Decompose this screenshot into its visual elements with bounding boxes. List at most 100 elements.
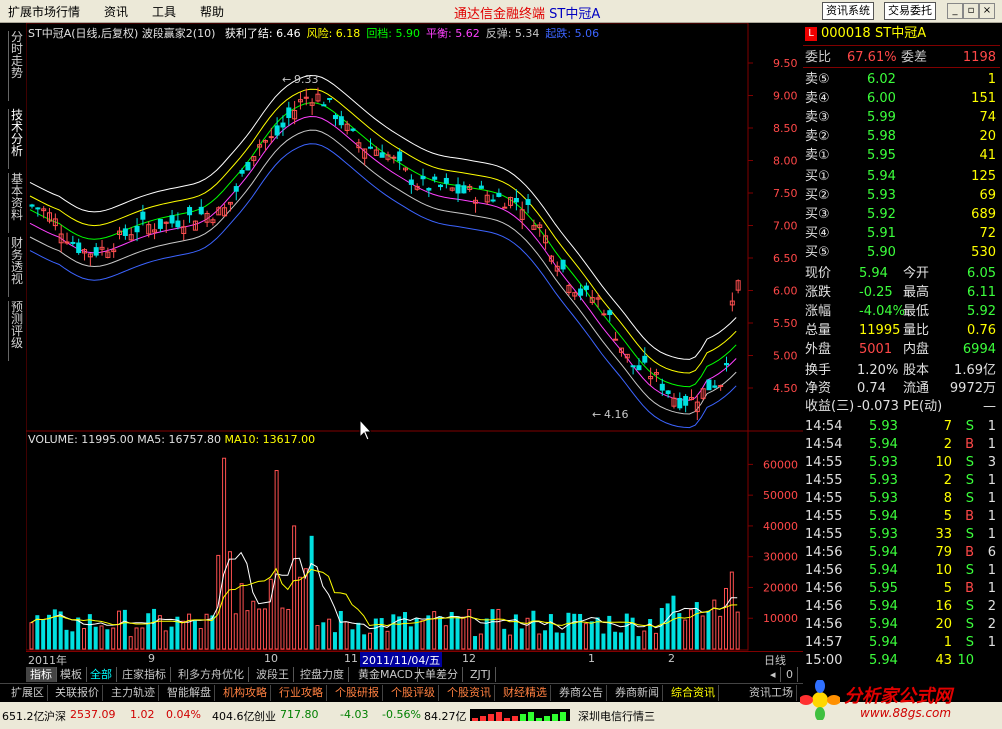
scroll-left-icon[interactable]: ◂ (766, 667, 781, 682)
tab-forecast[interactable]: 预测评级 (8, 301, 25, 361)
cat-analysis[interactable]: 智能解盘 (164, 685, 215, 701)
volume-bar (117, 610, 122, 650)
tab-all[interactable]: 全部 (86, 667, 117, 682)
tick-volume: 7 (943, 419, 952, 434)
info-system-button[interactable]: 资讯系统 (822, 2, 874, 20)
tab-kongpan[interactable]: 控盘力度 (296, 667, 349, 682)
sell-volume: 20 (979, 129, 996, 144)
candle-body (718, 385, 724, 388)
tab-boduanwang[interactable]: 波段王 (252, 667, 294, 682)
candle-body (712, 385, 718, 388)
breadth-bar (488, 714, 494, 721)
tick-row: 14:55 5.93 10 S 3 (803, 454, 1000, 472)
menu-tools[interactable]: 工具 (152, 3, 176, 20)
band-lines (29, 74, 737, 429)
stat2-value: 0.74 (857, 381, 886, 396)
candle-body (169, 215, 175, 224)
cat-workshop[interactable]: 资讯工场 (746, 685, 797, 701)
tab-technical[interactable]: 技术分析 (8, 109, 25, 169)
tab-zhuangjia[interactable]: 庄家指标 (118, 667, 171, 682)
candle-body (706, 379, 712, 391)
buy-label: 买④ (805, 226, 830, 241)
volume-bar (438, 616, 443, 650)
volume-bar (718, 615, 723, 650)
tab-liduo[interactable]: 利多方舟优化 (174, 667, 249, 682)
period-label[interactable]: 日线 (764, 652, 786, 668)
cat-mainforce[interactable]: 主力轨迹 (108, 685, 159, 701)
cat-institution[interactable]: 机构攻略 (220, 685, 271, 701)
cat-finance[interactable]: 财经精选 (500, 685, 551, 701)
buy-label: 买② (805, 188, 830, 203)
tab-financial[interactable]: 财务透视 (8, 237, 25, 297)
volume-bar (671, 595, 676, 650)
tick-volume: 1 (943, 635, 952, 650)
tick-side: B (965, 437, 974, 452)
stat2-value-2: 1.69亿 (954, 363, 996, 378)
buy-label: 买③ (805, 207, 830, 222)
stat-value-2: 5.92 (967, 304, 996, 319)
volume-bar (309, 535, 314, 650)
candle-body (175, 220, 181, 228)
volume-bar (76, 617, 81, 650)
tick-time: 14:54 (805, 419, 843, 434)
tick-side: S (965, 617, 974, 632)
cat-extended[interactable]: 扩展区 (8, 685, 48, 701)
indicator-4: 反弹: 5.34 (485, 27, 540, 40)
breadth-bar (512, 716, 518, 721)
volume-bar (187, 613, 192, 650)
stat2-value: -0.073 (857, 399, 899, 414)
candle-body (525, 199, 531, 205)
tab-template[interactable]: 模板 (56, 667, 87, 682)
menu-extended-market[interactable]: 扩展市场行情 (8, 3, 80, 20)
menu-info[interactable]: 资讯 (104, 3, 128, 20)
tick-count: 1 (987, 527, 996, 542)
candle-body (502, 206, 508, 209)
breadth-bar (528, 712, 534, 721)
mouse-cursor-icon (359, 418, 373, 441)
tab-intraday[interactable]: 分时走势 (8, 31, 25, 101)
status-cy-value: 717.80 (280, 708, 319, 721)
date-label-2011: 2011年 (28, 654, 67, 667)
cat-related[interactable]: 关联报价 (52, 685, 103, 701)
kline-chart-panel[interactable]: 9.50 9.00 8.50 8.00 7.50 7.00 6.50 6.00 5.50 5.00… (25, 22, 803, 668)
volume-bar (490, 609, 495, 650)
tab-fundamental[interactable]: 基本资料 (8, 173, 25, 233)
candle-body (350, 128, 356, 131)
cat-industry[interactable]: 行业攻略 (276, 685, 327, 701)
scroll-zero-icon[interactable]: 0 (782, 667, 798, 682)
candle-body (245, 162, 251, 171)
stat-value-2: 0.76 (967, 323, 996, 338)
cat-general[interactable]: 综合资讯 (668, 685, 719, 701)
breadth-bar (544, 716, 550, 721)
candle-body (432, 176, 438, 180)
stat2-value-2: 9972万 (949, 381, 996, 396)
price-tick-label: 6.00 (773, 285, 798, 298)
cat-news[interactable]: 个股资讯 (444, 685, 495, 701)
volume-bar (297, 576, 302, 650)
cat-report[interactable]: 个股研报 (332, 685, 383, 701)
restore-icon[interactable]: ▫ (963, 3, 979, 19)
cat-broker-notice[interactable]: 券商公告 (556, 685, 607, 701)
tab-dadan[interactable]: 大单差分 (410, 667, 463, 682)
cat-broker-news[interactable]: 券商新闻 (612, 685, 663, 701)
volume-bar (332, 632, 337, 650)
stat-label: 现价 (805, 266, 832, 281)
close-icon[interactable]: × (979, 3, 995, 19)
volume-bar (589, 621, 594, 650)
sell-row: 卖① 5.95 41 (803, 147, 1000, 165)
volume-bar (47, 614, 52, 650)
tab-macd[interactable]: 黄金MACD (354, 667, 418, 682)
tab-zjtj[interactable]: ZJTJ (466, 667, 496, 682)
trade-order-button[interactable]: 交易委托 (884, 2, 936, 20)
tab-indicator[interactable]: 指标 (26, 667, 57, 682)
tick-row: 14:54 5.93 7 S 1 (803, 418, 1000, 436)
menu-help[interactable]: 帮助 (200, 3, 224, 20)
buy-row: 买④ 5.91 72 (803, 225, 1000, 243)
price-tick-label: 5.50 (773, 317, 798, 330)
cat-rating[interactable]: 个股评级 (388, 685, 439, 701)
minimize-icon[interactable]: _ (947, 3, 963, 19)
volume-bars (29, 457, 740, 650)
kline-chart-svg[interactable]: 9.50 9.00 8.50 8.00 7.50 7.00 6.50 6.00 5.50 5.00… (25, 22, 803, 651)
tick-volume: 10 (935, 455, 952, 470)
sell-price: 6.02 (867, 72, 896, 87)
